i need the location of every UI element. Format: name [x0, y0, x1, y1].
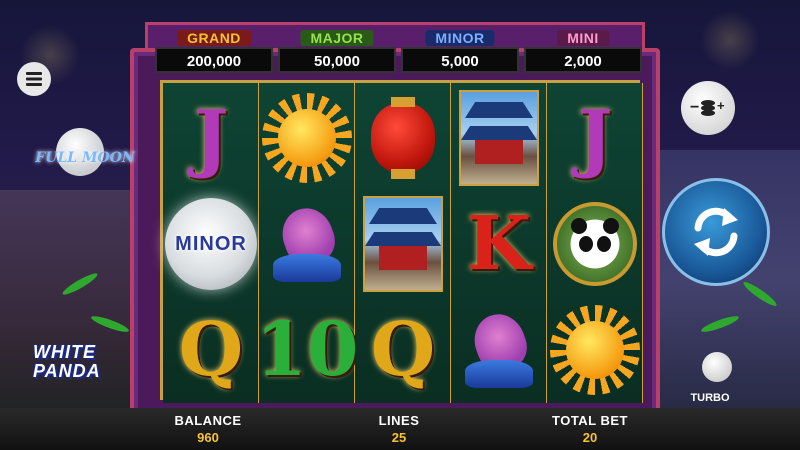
sun-symbol-icon	[262, 93, 352, 183]
reel-1: J MINOR Q	[163, 83, 259, 403]
reel-symbol	[547, 297, 643, 403]
spin-button[interactable]	[662, 178, 770, 286]
reel-symbol	[259, 191, 355, 297]
jackpot-mini: MINI 2,000	[524, 30, 642, 74]
jackpot-major: MAJOR 50,000	[278, 30, 396, 74]
reel-symbol	[451, 85, 547, 191]
reel-symbol: J	[163, 85, 259, 191]
lantern-symbol-icon	[371, 97, 435, 179]
letter-q-glyph: Q	[370, 307, 436, 393]
svg-text:−: −	[690, 99, 699, 116]
firework-right	[700, 10, 760, 70]
svg-text:+: +	[717, 98, 725, 113]
turbo-label: TURBO	[690, 392, 730, 404]
koi-fish-symbol-icon	[269, 201, 345, 286]
jackpot-label: MINOR	[425, 30, 495, 46]
reel-3: Q	[355, 83, 451, 403]
jackpot-grand: GRAND 200,000	[155, 30, 273, 74]
white-panda-logo-line2: PANDA	[33, 361, 101, 381]
letter-10-glyph: 10	[255, 307, 359, 393]
jackpot-value: 50,000	[278, 47, 396, 73]
reel-symbol	[259, 85, 355, 191]
temple-symbol-icon	[459, 90, 539, 186]
letter-j-glyph: J	[577, 95, 613, 181]
jackpot-label: MINI	[557, 30, 609, 46]
reel-area: J MINOR Q 10 Q K J	[160, 80, 643, 403]
letter-j-glyph: J	[193, 95, 229, 181]
reel-symbol	[355, 191, 451, 297]
sun-symbol-icon	[550, 305, 640, 395]
turbo-button[interactable]	[702, 352, 732, 382]
reel-symbol: K	[451, 191, 547, 297]
hamburger-icon	[26, 72, 42, 86]
reel-5: J	[547, 83, 643, 403]
reel-4: K	[451, 83, 547, 403]
reel-symbol: Q	[163, 297, 259, 403]
total-bet-label: TOTAL BET	[552, 413, 628, 428]
bet-adjust-button[interactable]: − +	[681, 81, 735, 135]
total-bet-display: TOTAL BET 20	[520, 413, 660, 445]
temple-symbol-icon	[363, 196, 443, 292]
reel-2: 10	[256, 83, 359, 403]
panda-symbol-icon	[553, 202, 637, 286]
letter-q-glyph: Q	[178, 307, 244, 393]
jackpot-minor: MINOR 5,000	[401, 30, 519, 74]
jackpot-label: GRAND	[177, 30, 251, 46]
reel-symbol: 10	[256, 297, 359, 403]
reel-symbol	[547, 191, 643, 297]
lines-display: LINES 25	[329, 413, 469, 445]
reel-symbol	[355, 85, 451, 191]
reel-symbol	[451, 297, 547, 403]
moon-bonus-symbol-icon: MINOR	[165, 198, 257, 290]
white-panda-logo: WHITE PANDA	[33, 343, 133, 381]
reel-symbol: MINOR	[163, 191, 259, 297]
lines-value: 25	[391, 430, 407, 445]
balance-value: 960	[197, 430, 219, 445]
coins-bet-icon: − +	[690, 98, 725, 116]
menu-button[interactable]	[17, 62, 51, 96]
reel-symbol: Q	[355, 297, 451, 403]
balance-label: BALANCE	[174, 413, 242, 428]
total-bet-value: 20	[582, 430, 598, 445]
reel-symbol: J	[547, 85, 643, 191]
letter-k-glyph: K	[466, 201, 532, 287]
jackpot-value: 2,000	[524, 47, 642, 73]
jackpot-label: MAJOR	[300, 30, 374, 46]
koi-fish-symbol-icon	[461, 307, 537, 392]
white-panda-logo-line1: WHITE	[33, 342, 96, 362]
balance-display: BALANCE 960	[138, 413, 278, 445]
jackpot-value: 5,000	[401, 47, 519, 73]
moon-bonus-label: MINOR	[175, 232, 247, 255]
jackpot-value: 200,000	[155, 47, 273, 73]
full-moon-logo: FULL MOON	[35, 150, 135, 166]
lines-label: LINES	[378, 413, 420, 428]
spin-arrows-icon	[694, 207, 738, 257]
